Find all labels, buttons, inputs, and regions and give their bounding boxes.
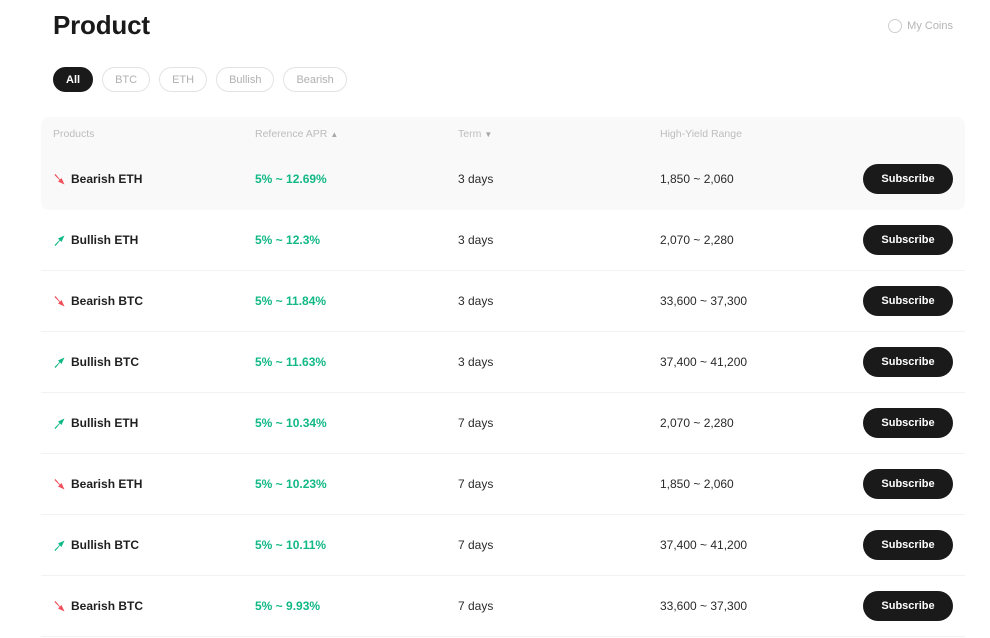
product-name-cell: Bearish ETH	[53, 172, 142, 186]
bullish-arrow-icon	[54, 418, 65, 429]
filter-chip-all[interactable]: All	[53, 67, 94, 92]
apr-value: 5% ~ 10.11%	[255, 538, 327, 552]
high-yield-range-value: 33,600 ~ 37,300	[660, 294, 748, 308]
column-header-range: High-Yield Range	[660, 128, 742, 140]
product-name: Bearish ETH	[71, 477, 143, 491]
subscribe-button[interactable]: Subscribe	[863, 347, 953, 377]
apr-value: 5% ~ 12.3%	[255, 233, 321, 247]
table-header: Products Reference APR ▲︎ Term ▼ High-Yi…	[41, 117, 965, 149]
column-header-products: Products	[53, 128, 95, 140]
table-row: Bullish ETH 5% ~ 10.34% 7 days 2,070 ~ 2…	[41, 393, 965, 454]
product-name: Bullish ETH	[71, 233, 139, 247]
apr-value: 5% ~ 11.84%	[255, 294, 327, 308]
apr-value: 5% ~ 12.69%	[255, 172, 327, 186]
product-name-cell: Bullish ETH	[53, 233, 138, 247]
subscribe-button[interactable]: Subscribe	[863, 408, 953, 438]
table-row: Bullish ETH 5% ~ 12.3% 3 days 2,070 ~ 2,…	[41, 210, 965, 271]
high-yield-range-value: 2,070 ~ 2,280	[660, 233, 734, 247]
filter-chip-bearish[interactable]: Bearish	[283, 67, 347, 92]
high-yield-range-value: 37,400 ~ 41,200	[660, 538, 748, 552]
term-value: 7 days	[458, 416, 494, 430]
apr-value: 5% ~ 9.93%	[255, 599, 321, 613]
table-row: Bearish BTC 5% ~ 9.93% 7 days 33,600 ~ 3…	[41, 576, 965, 637]
high-yield-range-value: 2,070 ~ 2,280	[660, 416, 734, 430]
product-name: Bullish BTC	[71, 355, 139, 369]
product-name-cell: Bullish BTC	[53, 538, 139, 552]
term-value: 7 days	[458, 599, 494, 613]
high-yield-range-value: 1,850 ~ 2,060	[660, 172, 734, 186]
apr-value: 5% ~ 10.34%	[255, 416, 327, 430]
term-value: 7 days	[458, 477, 494, 491]
subscribe-button[interactable]: Subscribe	[863, 225, 953, 255]
product-name-cell: Bullish BTC	[53, 355, 139, 369]
bullish-arrow-icon	[54, 540, 65, 551]
term-value: 7 days	[458, 538, 494, 552]
table-body: Bearish ETH 5% ~ 12.69% 3 days 1,850 ~ 2…	[41, 149, 965, 637]
bullish-arrow-icon	[54, 357, 65, 368]
product-name-cell: Bearish BTC	[53, 599, 143, 613]
table-row: Bullish BTC 5% ~ 11.63% 3 days 37,400 ~ …	[41, 332, 965, 393]
bearish-arrow-icon	[54, 295, 65, 306]
product-table: Products Reference APR ▲︎ Term ▼ High-Yi…	[41, 117, 965, 637]
filter-chip-bullish[interactable]: Bullish	[216, 67, 275, 92]
bearish-arrow-icon	[54, 173, 65, 184]
product-name-cell: Bullish ETH	[53, 416, 138, 430]
bullish-arrow-icon	[54, 235, 65, 246]
high-yield-range-value: 1,850 ~ 2,060	[660, 477, 734, 491]
table-row: Bearish ETH 5% ~ 12.69% 3 days 1,850 ~ 2…	[41, 149, 965, 210]
subscribe-button[interactable]: Subscribe	[863, 286, 953, 316]
term-value: 3 days	[458, 355, 494, 369]
product-name: Bullish BTC	[71, 538, 139, 552]
product-name-cell: Bearish ETH	[53, 477, 142, 491]
my-coins-toggle[interactable]: My Coins	[888, 19, 953, 33]
product-name: Bearish BTC	[71, 599, 144, 613]
page-title: Product	[53, 10, 150, 40]
term-value: 3 days	[458, 172, 494, 186]
subscribe-button[interactable]: Subscribe	[863, 469, 953, 499]
apr-value: 5% ~ 11.63%	[255, 355, 327, 369]
table-row: Bearish ETH 5% ~ 10.23% 7 days 1,850 ~ 2…	[41, 454, 965, 515]
column-header-term[interactable]: Term ▼	[458, 128, 492, 140]
product-name: Bullish ETH	[71, 416, 139, 430]
table-row: Bearish BTC 5% ~ 11.84% 3 days 33,600 ~ …	[41, 271, 965, 332]
subscribe-button[interactable]: Subscribe	[863, 591, 953, 621]
column-header-apr[interactable]: Reference APR ▲︎	[255, 128, 338, 140]
bearish-arrow-icon	[54, 478, 65, 489]
subscribe-button[interactable]: Subscribe	[863, 164, 953, 194]
product-name: Bearish ETH	[71, 172, 143, 186]
product-name: Bearish BTC	[71, 294, 144, 308]
term-value: 3 days	[458, 233, 494, 247]
apr-value: 5% ~ 10.23%	[255, 477, 327, 491]
high-yield-range-value: 37,400 ~ 41,200	[660, 355, 748, 369]
product-name-cell: Bearish BTC	[53, 294, 143, 308]
sort-both-icon[interactable]: ▲︎	[330, 130, 338, 139]
table-row: Bullish BTC 5% ~ 10.11% 7 days 37,400 ~ …	[41, 515, 965, 576]
filter-chips: All BTC ETH Bullish Bearish	[53, 67, 347, 92]
term-value: 3 days	[458, 294, 494, 308]
caret-down-icon[interactable]: ▼	[484, 130, 492, 139]
my-coins-label: My Coins	[907, 20, 953, 32]
bearish-arrow-icon	[54, 600, 65, 611]
high-yield-range-value: 33,600 ~ 37,300	[660, 599, 748, 613]
subscribe-button[interactable]: Subscribe	[863, 530, 953, 560]
filter-chip-eth[interactable]: ETH	[159, 67, 208, 92]
my-coins-radio[interactable]	[888, 19, 903, 33]
filter-chip-btc[interactable]: BTC	[102, 67, 151, 92]
